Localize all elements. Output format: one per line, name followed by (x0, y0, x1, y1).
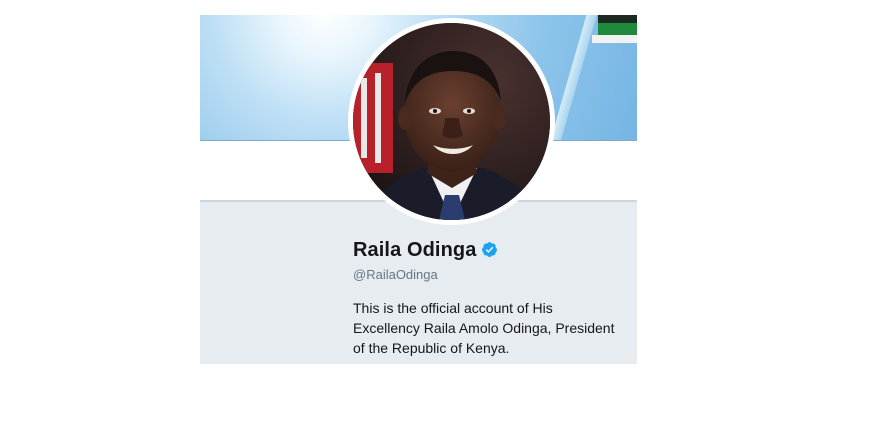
avatar[interactable] (353, 23, 550, 220)
profile-name-row: Raila Odinga (353, 239, 498, 265)
verified-badge-icon (481, 241, 498, 258)
profile-name[interactable]: Raila Odinga (353, 239, 476, 261)
profile-handle[interactable]: @RailaOdinga (353, 267, 438, 282)
avatar-portrait-image (353, 23, 550, 220)
flagpole (547, 15, 599, 154)
flag-stripe-white (592, 35, 637, 43)
flag-stripe-green (598, 23, 637, 35)
flag-stripe-black (598, 15, 637, 23)
avatar-frame (348, 18, 555, 225)
profile-card: Raila Odinga @RailaOdinga This is the of… (200, 15, 637, 364)
profile-bio: This is the official account of His Exce… (353, 300, 615, 356)
